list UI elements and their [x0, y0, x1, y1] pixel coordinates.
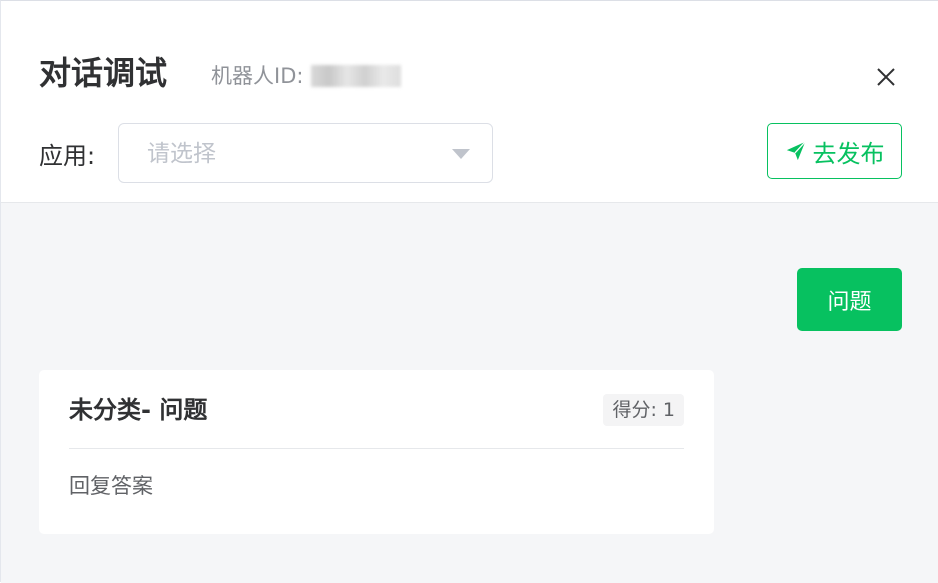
close-icon[interactable]: [873, 64, 899, 90]
app-select-placeholder: 请选择: [147, 141, 216, 167]
dialog-title: 对话调试: [39, 54, 168, 92]
answer-card: 未分类- 问题 得分: 1 回复答案: [39, 370, 714, 534]
chat-area: 问题 未分类- 问题 得分: 1 回复答案: [1, 203, 938, 583]
app-select-label: 应用:: [39, 142, 96, 170]
publish-button[interactable]: 去发布: [767, 123, 902, 179]
app-select[interactable]: 请选择: [118, 123, 493, 183]
answer-text: 回复答案: [69, 474, 153, 498]
score-badge: 得分: 1: [603, 394, 684, 426]
publish-button-label: 去发布: [812, 139, 885, 168]
robot-id-label: 机器人ID:: [211, 64, 304, 88]
robot-id-value-redacted: [311, 65, 402, 87]
send-icon: [786, 141, 806, 161]
caret-down-icon: [452, 149, 470, 159]
debug-dialog: 对话调试 机器人ID: 应用: 请选择 去发布 问题 未分类- 问题 得分: 1…: [0, 0, 938, 583]
card-divider: [69, 448, 684, 449]
dialog-header: 对话调试 机器人ID: 应用: 请选择 去发布: [1, 1, 938, 203]
robot-id: 机器人ID:: [211, 61, 402, 91]
answer-card-title: 未分类- 问题: [69, 396, 208, 424]
question-bubble: 问题: [797, 268, 902, 331]
